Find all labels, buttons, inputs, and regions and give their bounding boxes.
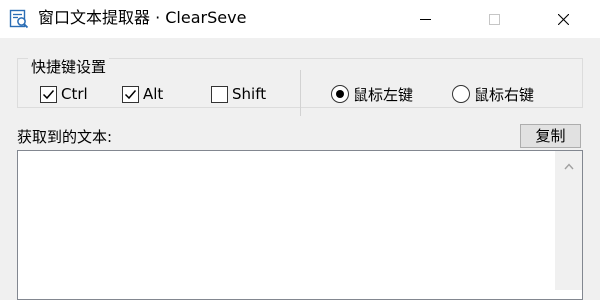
window-title: 窗口文本提取器 · ClearSeve <box>38 8 247 27</box>
window-text-extractor-icon <box>9 9 29 29</box>
minimize-button[interactable] <box>402 0 448 38</box>
close-button[interactable] <box>540 0 586 38</box>
hotkey-settings-label: 快捷键设置 <box>28 58 110 76</box>
copy-button[interactable]: 复制 <box>520 124 581 148</box>
left-mouse-radio[interactable]: 鼠标左键 <box>331 84 413 104</box>
group-divider <box>300 70 301 116</box>
right-mouse-radio[interactable]: 鼠标右键 <box>452 84 534 104</box>
maximize-button[interactable] <box>471 0 517 38</box>
captured-text-label: 获取到的文本: <box>17 128 113 146</box>
right-mouse-radio-label: 鼠标右键 <box>474 85 535 104</box>
minimize-icon <box>420 19 431 20</box>
shift-checkbox-box[interactable] <box>211 85 228 103</box>
left-mouse-radio-dot[interactable] <box>331 85 349 103</box>
ctrl-checkbox-box[interactable] <box>40 85 57 103</box>
left-mouse-radio-label: 鼠标左键 <box>353 85 414 104</box>
shift-checkbox[interactable]: Shift <box>211 84 266 104</box>
alt-checkbox[interactable]: Alt <box>122 84 163 104</box>
captured-text-field[interactable] <box>17 150 583 300</box>
close-icon <box>558 14 569 25</box>
checkmark-icon <box>124 89 137 99</box>
maximize-icon <box>489 14 500 25</box>
right-mouse-radio-dot[interactable] <box>452 85 470 103</box>
alt-checkbox-label: Alt <box>143 85 164 103</box>
title-bar[interactable]: 窗口文本提取器 · ClearSeve <box>0 0 600 38</box>
ctrl-checkbox[interactable]: Ctrl <box>40 84 88 104</box>
checkmark-icon <box>42 89 55 99</box>
scroll-up-arrow-icon[interactable] <box>564 163 574 170</box>
shift-checkbox-label: Shift <box>232 85 267 103</box>
vertical-scrollbar[interactable] <box>555 151 582 290</box>
alt-checkbox-box[interactable] <box>122 85 139 103</box>
ctrl-checkbox-label: Ctrl <box>61 85 88 103</box>
